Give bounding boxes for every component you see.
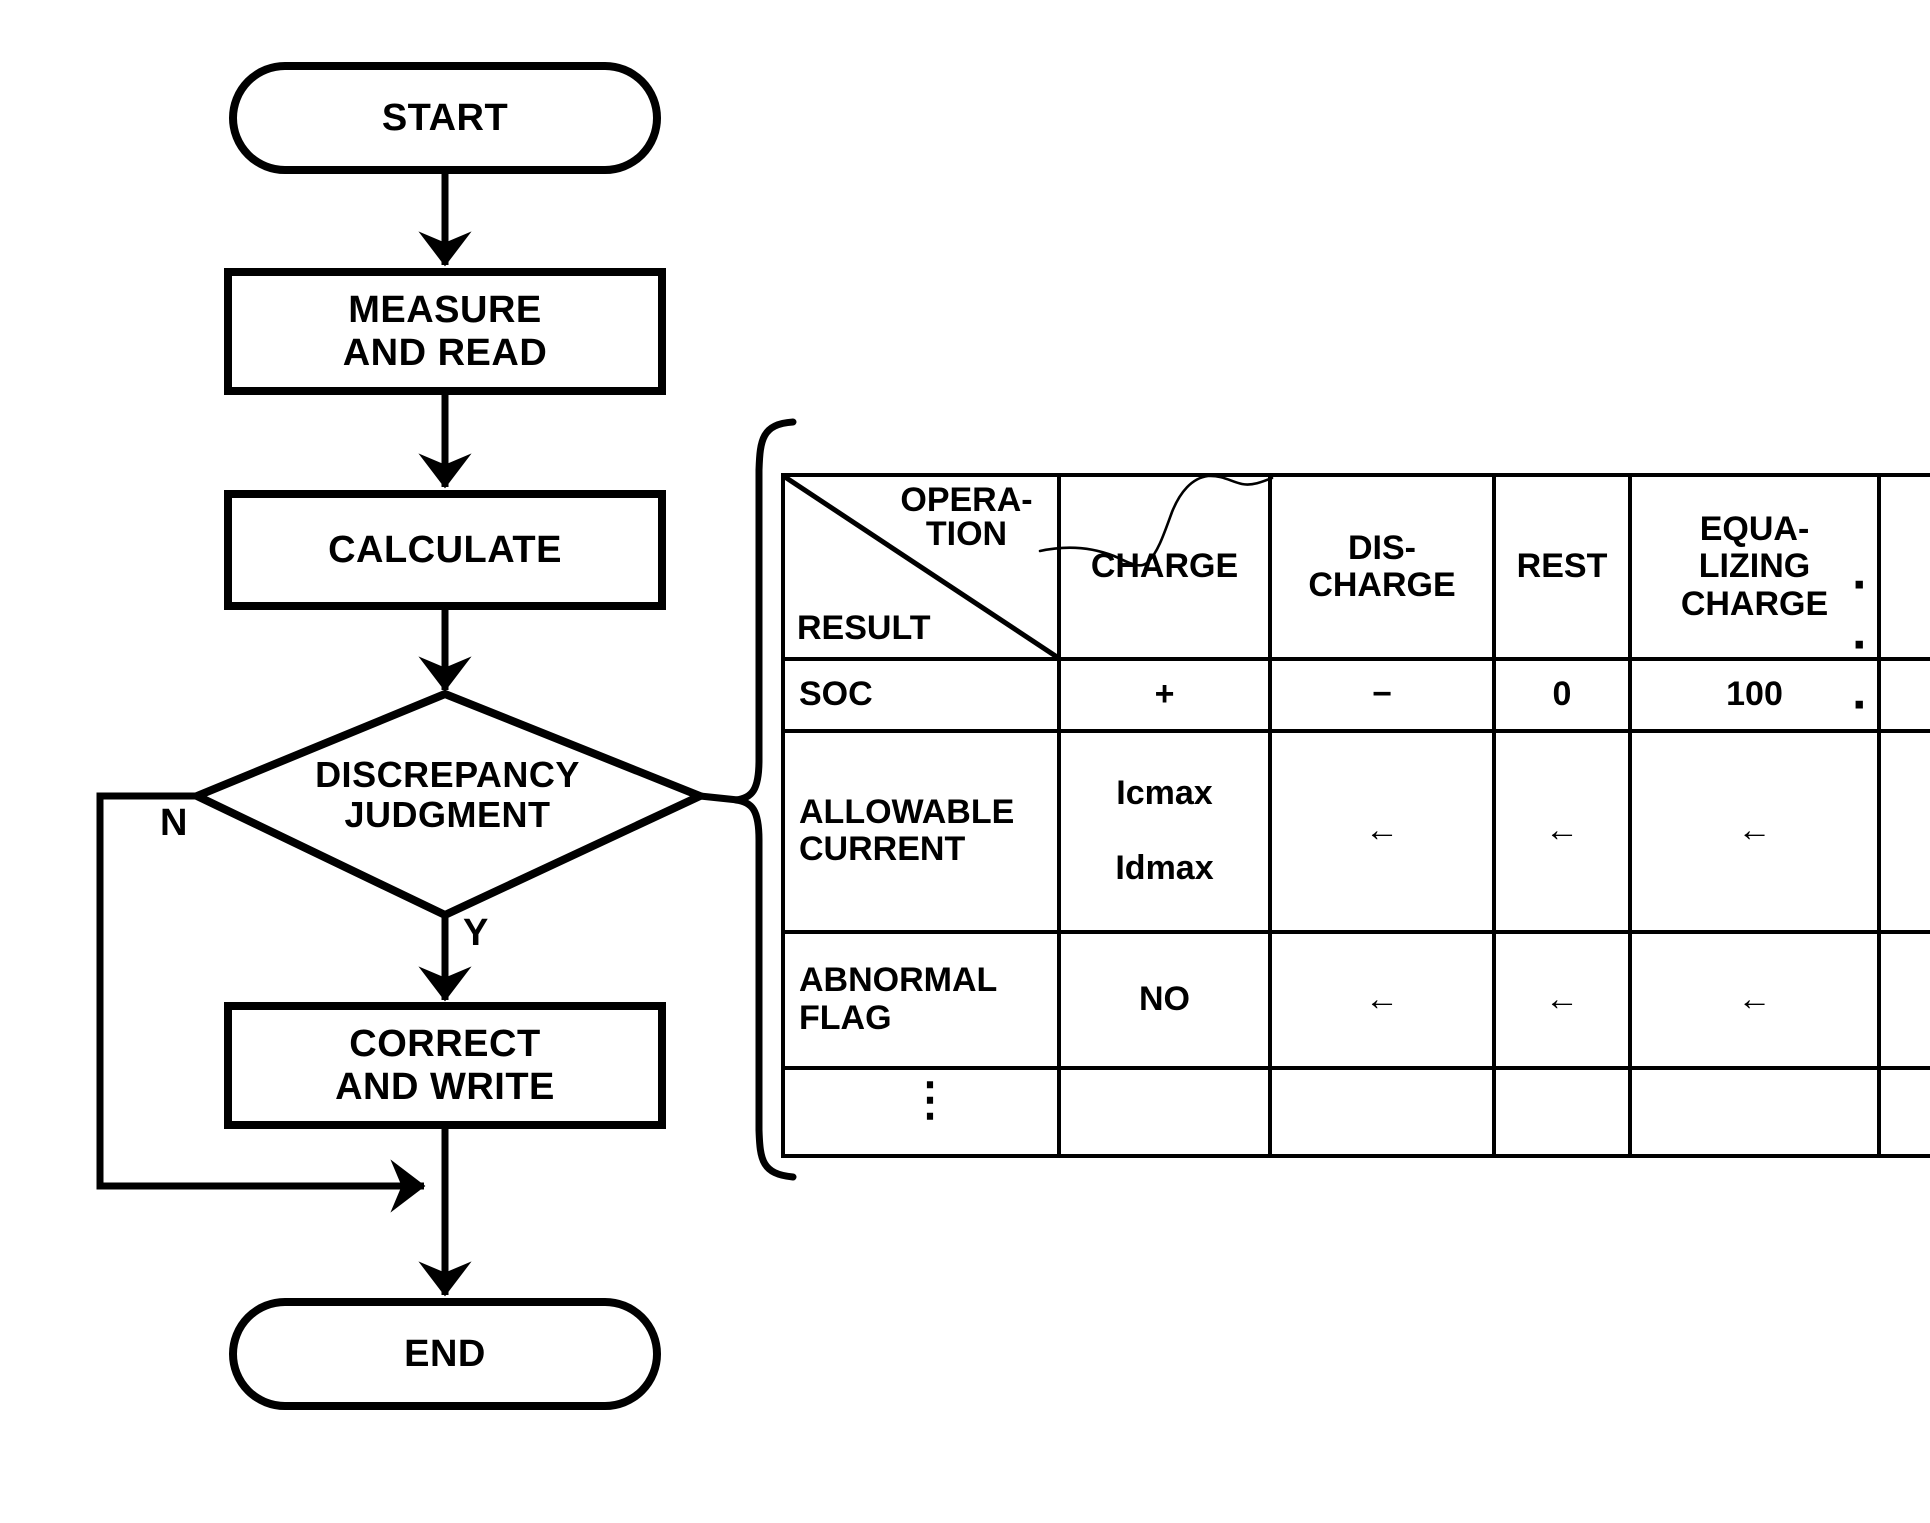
cell-allowable-current-charge: Icmax Idmax: [1057, 728, 1272, 934]
cell-soc-charge: +: [1057, 657, 1272, 733]
cell-abnormal-flag-more: [1877, 929, 1930, 1071]
cell-abnormal-flag-discharge: ←: [1268, 929, 1496, 1071]
node-calculate-shape: [224, 490, 666, 610]
cell-more-discharge: [1268, 1066, 1496, 1158]
cell-allowable-current-rest: ←: [1492, 728, 1632, 934]
cell-abnormal-flag-rest: ←: [1492, 929, 1632, 1071]
node-correct-shape: [224, 1002, 666, 1129]
branch-label-no: N: [160, 802, 188, 844]
node-start-shape: [229, 62, 661, 174]
table-row-header-abnormal-flag: ABNORMAL FLAG: [781, 929, 1061, 1071]
cell-soc-equalizing: 100: [1628, 657, 1881, 733]
table-row: ALLOWABLE CURRENT Icmax Idmax ← ← ←: [781, 728, 1930, 934]
cell-allowable-current-equalizing: ←: [1628, 728, 1881, 934]
corner-column-axis-label: OPERA- TION: [900, 481, 1033, 553]
cell-soc-rest: 0: [1492, 657, 1632, 733]
node-judgment-shape: [187, 689, 711, 920]
cell-more-rest: [1492, 1066, 1632, 1158]
cell-more-charge: [1057, 1066, 1272, 1158]
cell-more-more: [1877, 1066, 1930, 1158]
table-row-header-allowable-current: ALLOWABLE CURRENT: [781, 728, 1061, 934]
operation-result-table: OPERA- TION RESULT CHARGE DIS- CHARGE RE…: [781, 473, 1930, 1158]
cell-soc-discharge: −: [1268, 657, 1496, 733]
table-col-header-charge: CHARGE: [1057, 473, 1272, 661]
table-row: SOC + − 0 100: [781, 657, 1930, 733]
operation-result-table-wrap: OPERA- TION RESULT CHARGE DIS- CHARGE RE…: [781, 473, 1930, 1158]
table-col-header-rest: REST: [1492, 473, 1632, 661]
node-end-shape: [229, 1298, 661, 1410]
table-columns-continuation-ellipsis: · · ·: [1852, 556, 1884, 734]
table-header-row: OPERA- TION RESULT CHARGE DIS- CHARGE RE…: [781, 473, 1930, 661]
table-row: ABNORMAL FLAG NO ← ← ←: [781, 929, 1930, 1071]
table-col-header-equalizing-charge: EQUA- LIZING CHARGE: [1628, 473, 1881, 661]
cell-more-equalizing: [1628, 1066, 1881, 1158]
cell-allowable-current-more: [1877, 728, 1930, 934]
edge-judgment-to-table: [699, 792, 739, 804]
corner-row-axis-label: RESULT: [797, 608, 931, 647]
branch-label-yes: Y: [463, 912, 489, 954]
cell-allowable-current-discharge: ←: [1268, 728, 1496, 934]
cell-abnormal-flag-charge: NO: [1057, 929, 1272, 1071]
node-measure-shape: [224, 268, 666, 395]
table-rows-continuation-ellipsis: ⋮: [907, 1073, 953, 1125]
table-col-header-discharge: DIS- CHARGE: [1268, 473, 1496, 661]
table-row-header-soc: SOC: [781, 657, 1061, 733]
cell-abnormal-flag-equalizing: ←: [1628, 929, 1881, 1071]
table-corner-cell: OPERA- TION RESULT: [781, 473, 1061, 661]
